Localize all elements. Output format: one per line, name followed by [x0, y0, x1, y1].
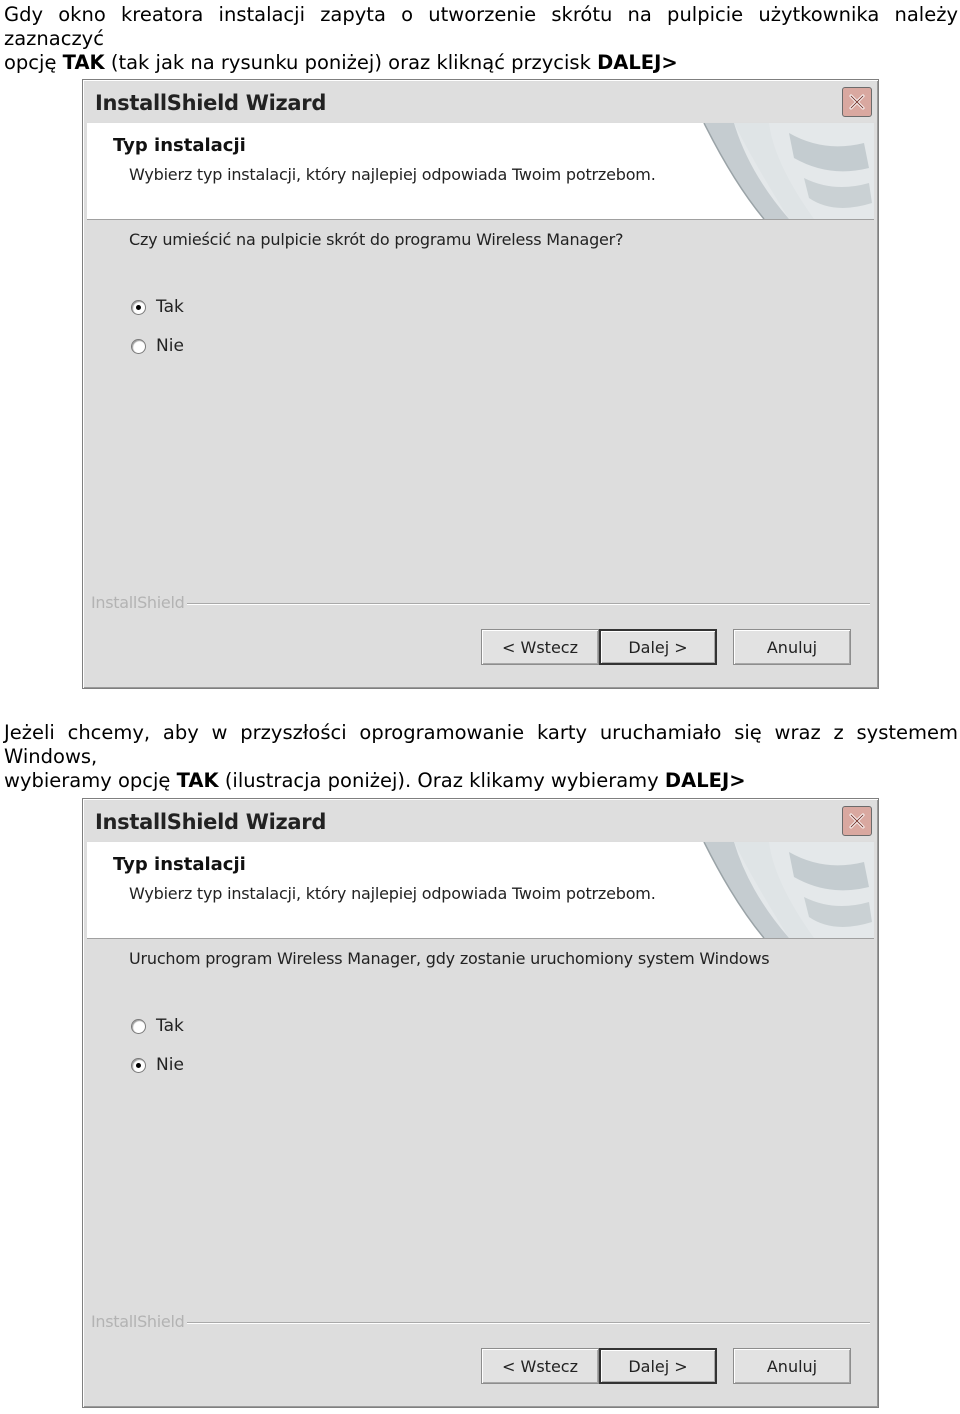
installshield-dialog-1: InstallShield Wizard Typ instalacji Wybi… [82, 79, 879, 689]
instruction-paragraph-2: Jeżeli chcemy, aby w przyszłości oprogra… [4, 721, 958, 793]
installshield-dialog-2: InstallShield Wizard Typ instalacji Wybi… [82, 798, 879, 1408]
question-text: Uruchom program Wireless Manager, gdy zo… [129, 949, 770, 968]
header-subtitle: Wybierz typ instalacji, który najlepiej … [129, 884, 656, 903]
next-button[interactable]: Dalej > [599, 629, 717, 665]
header-title: Typ instalacji [113, 135, 246, 156]
radio-label: Tak [156, 297, 184, 317]
back-button[interactable]: < Wstecz [481, 1348, 599, 1384]
question-text: Czy umieścić na pulpicie skrót do progra… [129, 230, 624, 249]
close-button[interactable] [842, 806, 872, 836]
instruction-paragraph-1: Gdy okno kreatora instalacji zapyta o ut… [4, 3, 958, 75]
wizard-header: Typ instalacji Wybierz typ instalacji, k… [87, 842, 874, 939]
text-segment: (ilustracja poniżej). Oraz klikamy wybie… [218, 769, 665, 792]
window-title: InstallShield Wizard [95, 810, 327, 834]
next-button[interactable]: Dalej > [599, 1348, 717, 1384]
instruction-line-1: Gdy okno kreatora instalacji zapyta o ut… [4, 3, 958, 50]
close-icon [849, 94, 865, 110]
radio-label: Nie [156, 1055, 184, 1075]
radio-option-tak[interactable]: Tak [131, 296, 184, 318]
title-bar: InstallShield Wizard [85, 801, 876, 841]
window-title: InstallShield Wizard [95, 91, 327, 115]
text-segment: wybieramy opcję [4, 769, 177, 792]
separator-line [187, 1322, 870, 1324]
wizard-header: Typ instalacji Wybierz typ instalacji, k… [87, 123, 874, 220]
radio-option-nie[interactable]: Nie [131, 335, 184, 357]
installshield-brand: InstallShield [91, 593, 185, 612]
bold-dalej: DALEJ> [664, 769, 746, 792]
bold-dalej: DALEJ> [597, 51, 678, 74]
page-curl-graphic [703, 123, 874, 219]
back-button[interactable]: < Wstecz [481, 629, 599, 665]
cancel-button[interactable]: Anuluj [733, 1348, 851, 1384]
radio-label: Tak [156, 1016, 184, 1036]
radio-label: Nie [156, 336, 184, 356]
separator-line [187, 603, 870, 605]
page-curl-graphic [703, 842, 874, 938]
title-bar: InstallShield Wizard [85, 82, 876, 122]
radio-button-checked[interactable] [131, 299, 146, 315]
text-segment: opcję [4, 51, 63, 74]
instruction-line-2: opcję TAK (tak jak na rysunku poniżej) o… [4, 51, 958, 75]
radio-option-tak[interactable]: Tak [131, 1015, 184, 1037]
header-subtitle: Wybierz typ instalacji, który najlepiej … [129, 165, 656, 184]
cancel-button[interactable]: Anuluj [733, 629, 851, 665]
header-title: Typ instalacji [113, 854, 246, 875]
instruction-line-2: wybieramy opcję TAK (ilustracja poniżej)… [4, 769, 958, 793]
instruction-line-1: Jeżeli chcemy, aby w przyszłości oprogra… [4, 721, 958, 768]
radio-button-checked[interactable] [131, 1057, 146, 1073]
radio-button[interactable] [131, 338, 146, 354]
close-button[interactable] [842, 87, 872, 117]
bold-tak: TAK [176, 769, 219, 792]
radio-option-nie[interactable]: Nie [131, 1054, 184, 1076]
text-segment: (tak jak na rysunku poniżej) oraz klikną… [104, 51, 598, 74]
bold-tak: TAK [62, 51, 105, 74]
close-icon [849, 813, 865, 829]
installshield-brand: InstallShield [91, 1312, 185, 1331]
radio-button[interactable] [131, 1018, 146, 1034]
